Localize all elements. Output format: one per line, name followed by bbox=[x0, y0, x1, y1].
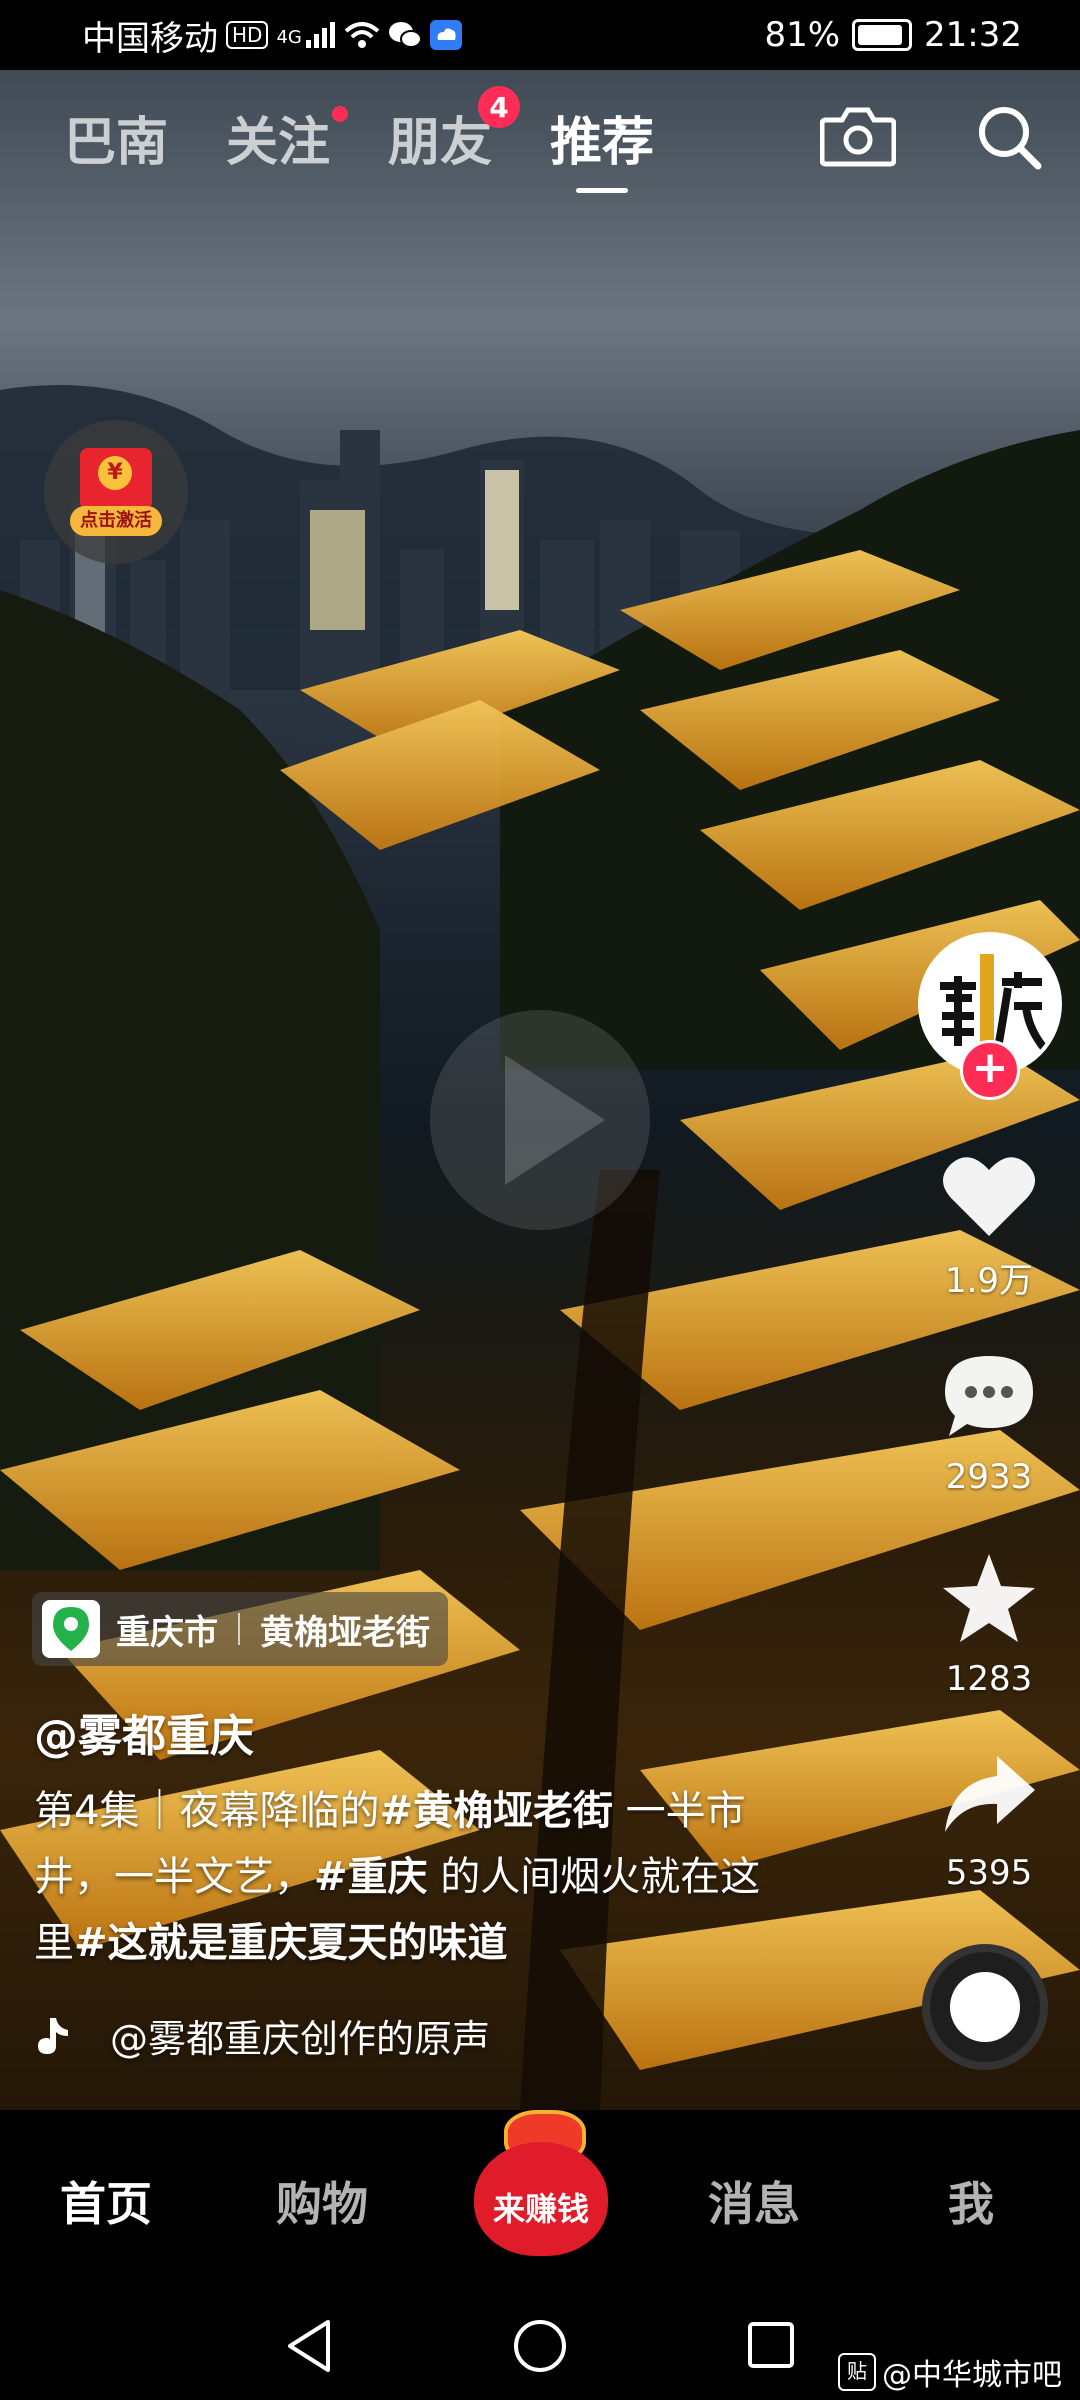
comment-count: 2933 bbox=[945, 1457, 1033, 1497]
top-tab-bar: 巴南 关注 朋友 4 推荐 bbox=[64, 86, 655, 193]
status-bar: 中国移动 HD 4G 81% 21:32 bbox=[0, 0, 1080, 70]
location-city: 重庆市 bbox=[116, 1612, 218, 1653]
earn-label: 来赚钱 bbox=[492, 2190, 589, 2228]
music-title: @雾都重庆创作的原声 bbox=[110, 2017, 491, 2061]
home-icon[interactable] bbox=[512, 2318, 568, 2374]
music-disc[interactable] bbox=[922, 1944, 1048, 2070]
watermark-text: @中华城市吧 bbox=[882, 2358, 1062, 2393]
carrier-label: 中国移动 bbox=[82, 18, 218, 59]
location-tag[interactable]: 重庆市 黄桷垭老街 bbox=[32, 1592, 448, 1666]
location-divider bbox=[238, 1613, 240, 1645]
signal-icon: 4G bbox=[276, 22, 335, 48]
favorite-count: 1283 bbox=[945, 1659, 1033, 1699]
network-type-label: 4G bbox=[276, 27, 302, 48]
tab-recommend[interactable]: 推荐 bbox=[550, 100, 655, 193]
hashtag-link[interactable]: #重庆 bbox=[314, 1854, 428, 1900]
location-place: 黄桷垭老街 bbox=[260, 1612, 430, 1653]
camera-icon[interactable] bbox=[820, 104, 896, 168]
tab-following[interactable]: 关注 bbox=[226, 100, 349, 175]
clock: 21:32 bbox=[924, 15, 1022, 55]
tab-friends[interactable]: 朋友 4 bbox=[388, 86, 521, 175]
favorite-button[interactable]: 1283 bbox=[924, 1552, 1054, 1699]
star-icon bbox=[943, 1554, 1035, 1642]
earn-money-button[interactable]: 来赚钱 bbox=[468, 2104, 614, 2268]
tab-recommend-label: 推荐 bbox=[550, 113, 655, 173]
nav-me[interactable]: 我 bbox=[948, 2168, 994, 2234]
cloud-icon bbox=[429, 20, 462, 50]
post-caption: 第4集｜夜幕降临的#黄桷垭老街 一半市井，一半文艺，#重庆 的人间烟火就在这里#… bbox=[34, 1778, 794, 1976]
activate-label: 点击激活 bbox=[70, 506, 162, 536]
heart-icon bbox=[943, 1157, 1035, 1236]
wechat-icon bbox=[388, 22, 422, 48]
comment-button[interactable]: 2933 bbox=[924, 1352, 1054, 1497]
nav-messages[interactable]: 消息 bbox=[708, 2168, 800, 2234]
hashtag-link[interactable]: #这就是重庆夏天的味道 bbox=[74, 1920, 508, 1966]
share-count: 5395 bbox=[945, 1853, 1033, 1893]
location-pin-icon bbox=[42, 1600, 100, 1658]
red-envelope-widget[interactable]: ¥ 点击激活 bbox=[44, 420, 188, 564]
status-right: 81% 21:32 bbox=[764, 15, 1022, 55]
tab-following-label: 关注 bbox=[226, 113, 331, 173]
screen: 中国移动 HD 4G 81% 21:32 巴南 关注 朋友 4 推荐 ¥ 点击激… bbox=[0, 0, 1080, 2400]
author-name[interactable]: @雾都重庆 bbox=[34, 1700, 254, 1764]
share-button[interactable]: 5395 bbox=[924, 1752, 1054, 1893]
unread-dot bbox=[332, 106, 349, 122]
music-info[interactable]: @雾都重庆创作的原声 bbox=[34, 2008, 490, 2063]
like-button[interactable]: 1.9万 bbox=[924, 1152, 1054, 1302]
comment-icon bbox=[945, 1356, 1033, 1436]
tieba-icon: 贴 bbox=[838, 2353, 876, 2391]
follow-button[interactable]: + bbox=[960, 1040, 1020, 1100]
search-icon[interactable] bbox=[976, 104, 1042, 170]
friends-badge: 4 bbox=[478, 86, 521, 128]
disc-cover-icon bbox=[950, 1972, 1020, 2042]
tab-local-label: 巴南 bbox=[64, 113, 169, 173]
tab-local[interactable]: 巴南 bbox=[64, 100, 168, 175]
watermark: 贴 @中华城市吧 bbox=[838, 2350, 1062, 2394]
wifi-icon bbox=[344, 22, 380, 48]
music-note-icon bbox=[38, 2017, 68, 2054]
battery-percent: 81% bbox=[764, 15, 841, 55]
recents-icon[interactable] bbox=[746, 2320, 796, 2370]
like-count: 1.9万 bbox=[944, 1261, 1034, 1301]
coin-icon: ¥ bbox=[98, 456, 132, 490]
back-icon[interactable] bbox=[284, 2318, 334, 2374]
hd-badge: HD bbox=[226, 21, 269, 49]
hashtag-link[interactable]: #黄桷垭老街 bbox=[379, 1788, 613, 1834]
status-left: 中国移动 HD 4G bbox=[82, 11, 462, 60]
tab-friends-label: 朋友 bbox=[388, 113, 493, 173]
caption-text-1: 第4集｜夜幕降临的 bbox=[34, 1788, 380, 1834]
battery-icon bbox=[852, 19, 913, 51]
nav-home[interactable]: 首页 bbox=[60, 2168, 152, 2234]
share-icon bbox=[945, 1756, 1035, 1832]
nav-shop[interactable]: 购物 bbox=[276, 2168, 368, 2234]
